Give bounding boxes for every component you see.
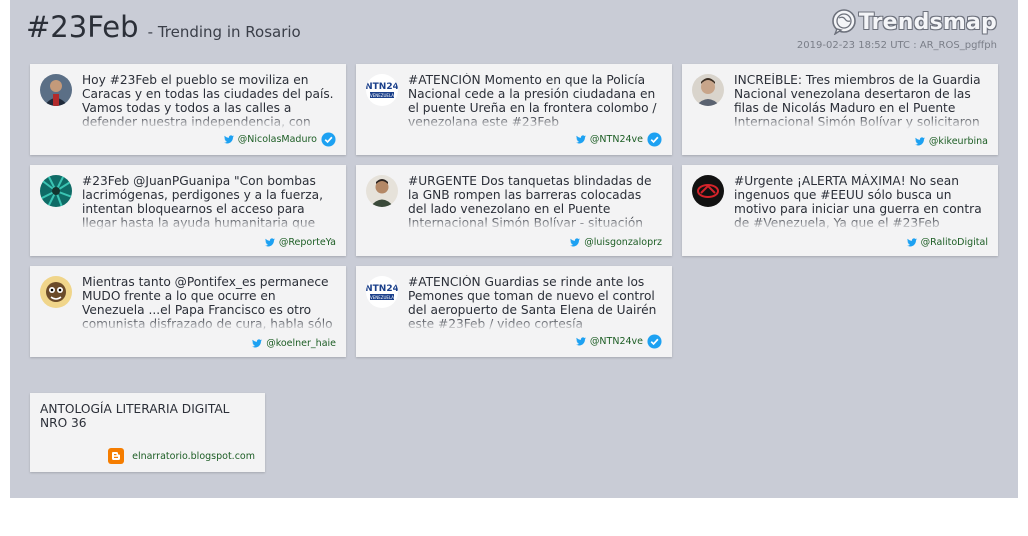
avatar[interactable] (40, 276, 72, 308)
tweet-card[interactable]: #URGENTE Dos tanquetas blindadas de la G… (356, 165, 672, 256)
tweet-card[interactable]: INCREÍBLE: Tres miembros de la Guardia N… (682, 64, 998, 155)
twitter-bird-icon (575, 135, 586, 144)
link-domain: elnarratorio.blogspot.com (132, 450, 255, 462)
hashtag-title[interactable]: #23Feb (26, 10, 139, 44)
tweet-handle: @kikeurbina (928, 136, 988, 147)
logo-text: Trendsmap (858, 9, 997, 35)
avatar[interactable] (692, 74, 724, 106)
tweet-text: Mientras tanto @Pontifex_es permanece MU… (82, 275, 336, 331)
avatar[interactable] (366, 175, 398, 207)
tweet-card[interactable]: Hoy #23Feb el pueblo se moviliza en Cara… (30, 64, 346, 155)
trend-subtitle: - Trending in Rosario (147, 23, 301, 41)
tweet-card[interactable]: NTN24 VENEZUELA #ATENCIÓN Guardias se rin… (356, 266, 672, 357)
twitter-bird-icon (252, 339, 263, 348)
tweet-author[interactable]: @RalitoDigital (906, 237, 988, 248)
tweet-card[interactable]: NTN24 VENEZUELA #ATENCIÓN Momento en que … (356, 64, 672, 155)
link-title[interactable]: ANTOLOGÍA LITERARIA DIGITAL NRO 36 (40, 402, 255, 430)
tweet-text: #ATENCIÓN Momento en que la Policía Naci… (408, 73, 662, 129)
tweet-card[interactable]: #Urgente ¡ALERTA MÁXIMA! No sean ingenuo… (682, 165, 998, 256)
tweet-text: INCREÍBLE: Tres miembros de la Guardia N… (734, 73, 988, 129)
tweet-text: Hoy #23Feb el pueblo se moviliza en Cara… (82, 73, 336, 129)
avatar[interactable]: NTN24 VENEZUELA (366, 74, 398, 106)
tweet-text: #ATENCIÓN Guardias se rinde ante los Pem… (408, 275, 662, 331)
twitter-bird-icon (570, 238, 581, 247)
twitter-bird-icon (906, 238, 917, 247)
tweet-card[interactable]: Mientras tanto @Pontifex_es permanece MU… (30, 266, 346, 357)
tweet-card[interactable]: #23Feb @JuanPGuanipa "Con bombas lacrimó… (30, 165, 346, 256)
link-card[interactable]: ANTOLOGÍA LITERARIA DIGITAL NRO 36 elnar… (30, 393, 265, 472)
tweet-author[interactable]: @NTN24ve (575, 334, 662, 349)
svg-text:NTN24: NTN24 (366, 284, 398, 294)
tweet-handle: @luisgonzaloprz (584, 237, 662, 248)
svg-text:VENEZUELA: VENEZUELA (370, 93, 394, 98)
page-title: #23Feb - Trending in Rosario (26, 10, 301, 44)
twitter-bird-icon (264, 238, 275, 247)
tweet-text: #23Feb @JuanPGuanipa "Con bombas lacrimó… (82, 174, 336, 230)
verified-badge-icon (647, 334, 662, 349)
tweet-handle: @NTN24ve (589, 134, 643, 145)
verified-badge-icon (321, 132, 336, 147)
avatar[interactable] (40, 74, 72, 106)
link-source[interactable]: elnarratorio.blogspot.com (108, 448, 255, 464)
tweet-author[interactable]: @ReporteYa (264, 237, 336, 248)
tweet-handle: @NTN24ve (589, 336, 643, 347)
tweet-handle: @NicolasMaduro (237, 134, 317, 145)
tweet-text: #URGENTE Dos tanquetas blindadas de la G… (408, 174, 662, 230)
avatar[interactable] (40, 175, 72, 207)
verified-badge-icon (647, 132, 662, 147)
avatar[interactable] (692, 175, 724, 207)
tweet-handle: @koelner_haie (266, 338, 336, 349)
tweet-author[interactable]: @NTN24ve (575, 132, 662, 147)
timestamp-location: 2019-02-23 18:52 UTC : AR_ROS_pgffph (796, 40, 997, 51)
tweet-handle: @RalitoDigital (920, 237, 988, 248)
twitter-bird-icon (575, 337, 586, 346)
twitter-bird-icon (914, 137, 925, 146)
tweet-text: #Urgente ¡ALERTA MÁXIMA! No sean ingenuo… (734, 174, 988, 230)
tweet-handle: @ReporteYa (278, 237, 336, 248)
tweet-author[interactable]: @kikeurbina (914, 136, 988, 147)
avatar[interactable]: NTN24 VENEZUELA (366, 276, 398, 308)
twitter-bird-icon (223, 135, 234, 144)
logo-speech-bubble-icon (832, 9, 856, 35)
svg-text:NTN24: NTN24 (366, 82, 398, 92)
tweet-author[interactable]: @luisgonzaloprz (570, 237, 662, 248)
tweet-author[interactable]: @koelner_haie (252, 338, 336, 349)
trendsmap-logo[interactable]: Trendsmap (831, 7, 997, 37)
svg-text:VENEZUELA: VENEZUELA (370, 295, 394, 300)
tweet-author[interactable]: @NicolasMaduro (223, 132, 336, 147)
blogger-icon (108, 448, 125, 464)
